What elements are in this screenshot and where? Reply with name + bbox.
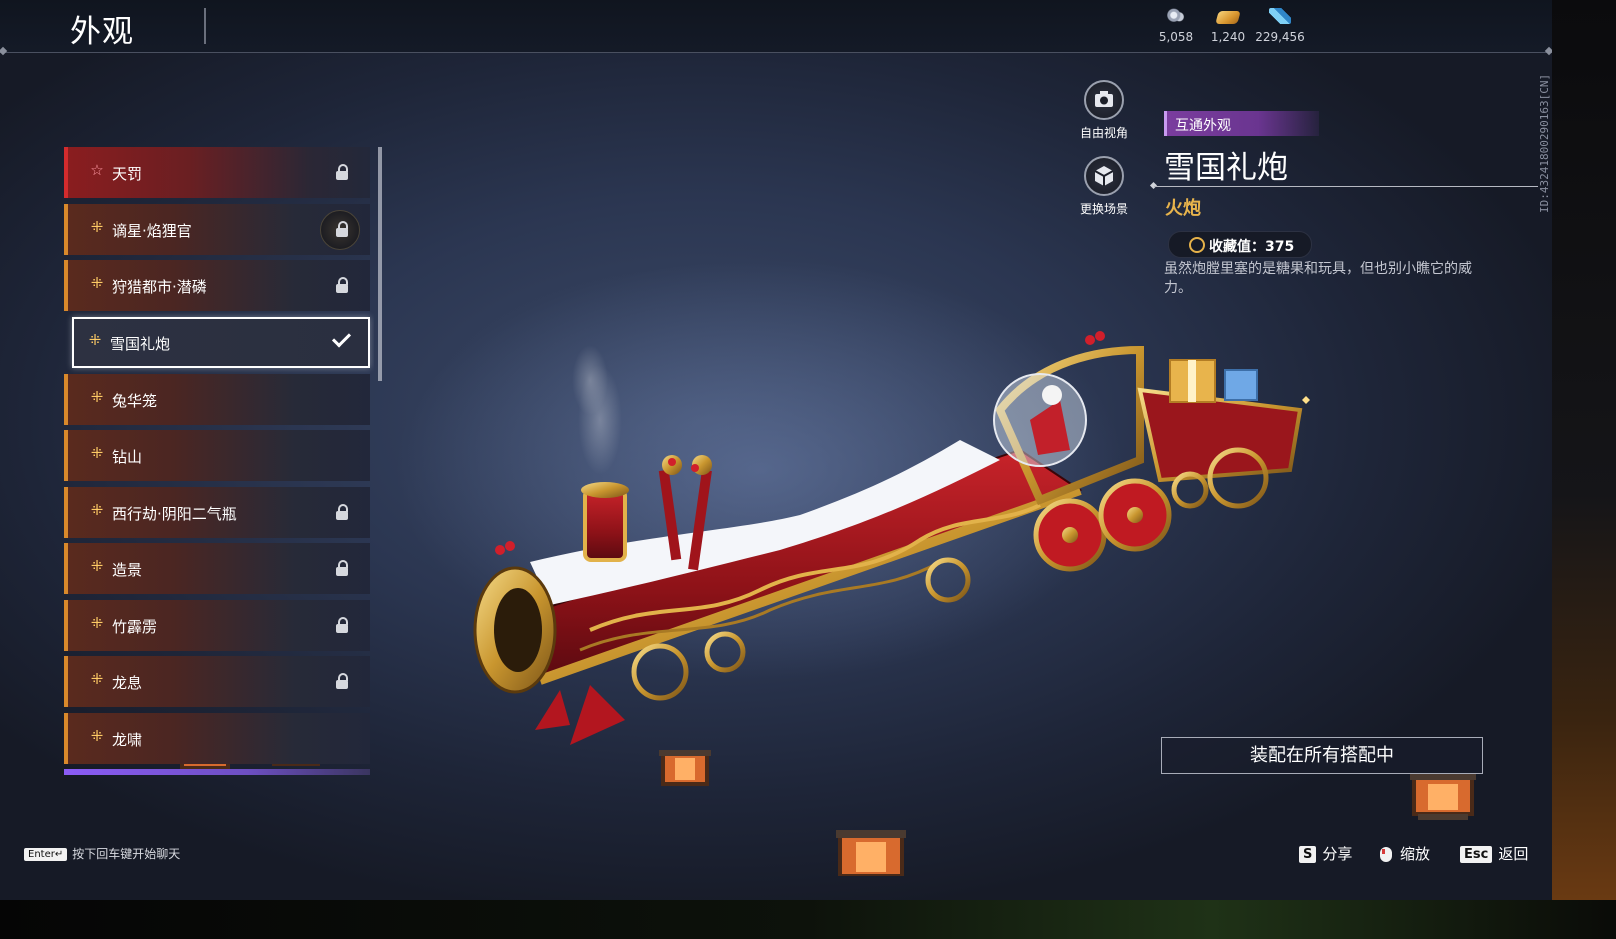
mouse-icon [1378, 847, 1394, 862]
floating-lantern [659, 750, 711, 786]
rune-icon: ⁜ [90, 557, 104, 575]
skin-item-label: 狩猎都市·潜磷 [112, 278, 207, 296]
skin-list[interactable]: ☆ 天罚 ⁜ 谪星·焰狸官 ⁜ 狩猎都市·潜磷 ⁜ 雪国礼炮 ⁜ 兔华笼 ⁜ 钻… [64, 147, 374, 775]
skin-item[interactable]: ⁜ 狩猎都市·潜磷 [64, 260, 370, 311]
currency-gold-value: 1,240 [1210, 30, 1246, 44]
skin-item-selected[interactable]: ⁜ 雪国礼炮 [72, 317, 370, 368]
currency-silver: 5,058 [1146, 8, 1206, 45]
list-scrollbar[interactable] [378, 147, 382, 381]
skin-item-label: 龙息 [112, 674, 143, 692]
skin-item[interactable]: ⁜ 造景 [64, 543, 370, 594]
change-scene-label: 更换场景 [1079, 202, 1128, 216]
skin-item-label: 钻山 [112, 448, 143, 466]
currency-crystal: 229,456 [1250, 8, 1310, 45]
rune-icon: ⁜ [90, 614, 104, 632]
skin-item[interactable]: ⁜ 竹霹雳 [64, 600, 370, 651]
skin-item[interactable]: ⁜ 钻山 [64, 430, 370, 481]
back-label: 返回 [1498, 845, 1529, 863]
crossplay-tag-label: 互通外观 [1175, 118, 1231, 134]
currency-crystal-value: 229,456 [1255, 30, 1305, 44]
skin-item-label: 龙啸 [112, 731, 143, 749]
rune-icon: ⁜ [90, 388, 104, 406]
check-icon [331, 328, 352, 348]
equip-all-button[interactable]: 装配在所有搭配中 [1161, 737, 1483, 774]
skin-item-label: 造景 [112, 561, 143, 579]
chimney [583, 488, 627, 562]
lock-icon [336, 560, 348, 576]
steam-plume [572, 345, 622, 475]
star-icon: ☆ [90, 161, 104, 179]
free-camera-button[interactable]: 自由视角 [1064, 80, 1144, 141]
chat-hint-label: 按下回车键开始聊天 [72, 847, 181, 861]
cannon-model[interactable] [440, 300, 1320, 780]
background-edge-right [1552, 0, 1616, 900]
top-bar: 外观 5,058 1,240 229,456 [0, 0, 1552, 53]
lock-icon [336, 221, 348, 237]
lock-icon [336, 617, 348, 633]
change-scene-button[interactable]: 更换场景 [1064, 156, 1144, 217]
skin-item-label: 雪国礼炮 [110, 335, 171, 353]
esc-key: Esc [1460, 846, 1493, 863]
skin-item[interactable]: ⁜ 西行劫·阴阳二气瓶 [64, 487, 370, 538]
gift-cart [1137, 387, 1303, 483]
skin-item[interactable]: ⁜ 兔华笼 [64, 374, 370, 425]
rune-icon: ⁜ [90, 727, 104, 745]
share-button[interactable]: S 分享 [1299, 843, 1352, 864]
lock-icon [336, 164, 348, 180]
item-type: 火炮 [1165, 198, 1201, 219]
rune-icon: ⁜ [90, 274, 104, 292]
floating-lantern [836, 830, 906, 876]
gold-ticket-icon [1215, 11, 1241, 24]
skin-item-label: 西行劫·阴阳二气瓶 [112, 505, 237, 523]
back-button[interactable]: Esc 返回 [1460, 843, 1528, 864]
item-name: 雪国礼炮 [1164, 150, 1288, 186]
next-item-edge [64, 769, 370, 775]
share-key: S [1299, 846, 1317, 863]
skin-item[interactable]: ☆ 天罚 [64, 147, 370, 198]
free-camera-label: 自由视角 [1079, 126, 1128, 140]
collection-icon [1189, 237, 1205, 253]
skin-item-label: 天罚 [112, 165, 143, 183]
background-edge-bottom [0, 900, 1616, 939]
cube-icon [1084, 156, 1124, 196]
currency-gold: 1,240 [1198, 8, 1258, 45]
camera-icon [1084, 80, 1124, 120]
rune-icon: ⁜ [90, 444, 104, 462]
collection-value: 收藏值：375 [1209, 239, 1295, 255]
skin-item-label: 兔华笼 [112, 392, 158, 410]
player-id-text: ID:4324180029016З[CN] [1538, 73, 1551, 213]
enter-key-icon: Enter↵ [24, 848, 68, 861]
title-divider [204, 8, 206, 44]
rune-icon: ⁜ [90, 670, 104, 688]
crossplay-tag: 互通外观 [1164, 111, 1319, 136]
skin-item-label: 竹霹雳 [112, 618, 158, 636]
lock-icon [336, 277, 348, 293]
skin-item[interactable]: ⁜ 龙息 [64, 656, 370, 707]
silver-coin-icon [1165, 8, 1187, 24]
page-title: 外观 [70, 14, 134, 50]
divider-end-right [1544, 46, 1552, 56]
name-underline [1154, 186, 1538, 187]
lock-icon [336, 504, 348, 520]
skin-item-label: 谪星·焰狸官 [112, 222, 192, 240]
lock-icon [336, 673, 348, 689]
floating-lantern [1410, 774, 1476, 820]
currency-silver-value: 5,058 [1158, 30, 1194, 44]
rune-icon: ⁜ [90, 218, 104, 236]
zoom-label: 缩放 [1400, 845, 1431, 863]
chat-hint[interactable]: Enter↵ 按下回车键开始聊天 [24, 845, 180, 862]
feather-crystal-icon [1269, 8, 1291, 24]
skin-item[interactable]: ⁜ 谪星·焰狸官 [64, 204, 370, 255]
rune-icon: ⁜ [88, 331, 102, 349]
rune-icon: ⁜ [90, 501, 104, 519]
scene-viewport[interactable]: 外观 5,058 1,240 229,456 ID:4324180029016З… [0, 0, 1552, 900]
share-label: 分享 [1322, 845, 1353, 863]
item-description: 虽然炮膛里塞的是糖果和玩具，但也别小瞧它的威力。 [1164, 261, 1472, 296]
zoom-button[interactable]: 缩放 [1378, 843, 1430, 864]
collection-value-badge: 收藏值：375 [1168, 231, 1312, 258]
skin-item[interactable]: ⁜ 龙啸 [64, 713, 370, 764]
